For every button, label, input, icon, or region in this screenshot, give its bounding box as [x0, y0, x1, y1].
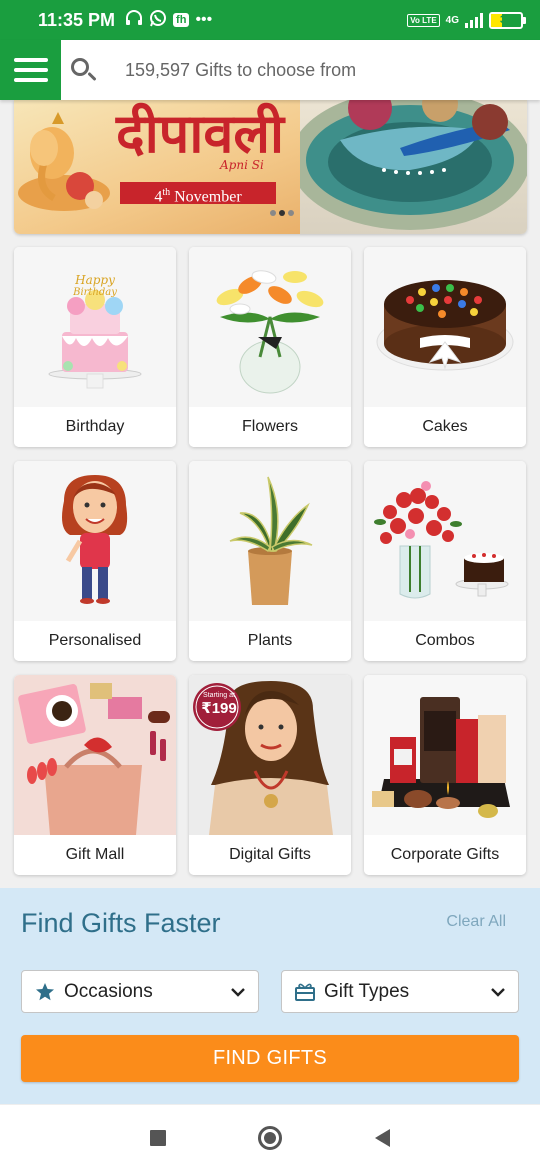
banner-date-suffix: th: [162, 187, 171, 198]
category-grid: Happy Birthday Birthday Flowers Cakes Pe…: [14, 247, 527, 875]
star-icon: [34, 982, 56, 1002]
network-type: 4G: [445, 14, 459, 26]
svg-text:Happy: Happy: [74, 273, 115, 287]
gift-mall-image: [14, 675, 176, 835]
category-card-gift-mall[interactable]: Gift Mall: [14, 675, 176, 875]
category-label: Flowers: [189, 407, 351, 447]
battery-icon: 37: [489, 11, 526, 29]
volte-icon: Vo LTE: [407, 13, 440, 27]
back-triangle-icon: [374, 1128, 390, 1147]
gift-types-dropdown[interactable]: Gift Types: [281, 970, 519, 1013]
snake-plant-image: [189, 461, 351, 621]
occasions-label: Occasions: [64, 980, 153, 1002]
category-label: Personalised: [14, 621, 176, 661]
back-button[interactable]: [326, 1105, 438, 1170]
whatsapp-icon: [149, 9, 167, 32]
menu-button[interactable]: [0, 40, 61, 100]
home-icon: [258, 1125, 282, 1150]
app-header: [0, 40, 540, 100]
square-icon: [150, 1129, 166, 1146]
category-card-combos[interactable]: Combos: [364, 461, 526, 661]
banner-pagination: [270, 210, 294, 216]
category-card-digital-gifts[interactable]: Starting at ₹199 Digital Gifts: [189, 675, 351, 875]
category-label: Birthday: [14, 407, 176, 447]
svg-text:Birthday: Birthday: [72, 287, 117, 298]
price-badge: Starting at ₹199: [195, 685, 243, 717]
home-button[interactable]: [214, 1105, 326, 1170]
notification-icons: fh •••: [125, 9, 212, 32]
category-card-birthday[interactable]: Happy Birthday Birthday: [14, 247, 176, 447]
banner-dot-active[interactable]: [279, 210, 285, 216]
corporate-hamper-image: [364, 675, 526, 835]
banner-diwali-panel: दीपावली Apni Si 4th November: [14, 100, 300, 234]
price-badge-caption: Starting at: [203, 692, 235, 699]
signal-icon: [465, 12, 483, 28]
banner-dot[interactable]: [270, 210, 276, 216]
gift-box-icon: [294, 982, 316, 1002]
category-card-flowers[interactable]: Flowers: [189, 247, 351, 447]
fnp-app-icon: fh: [173, 13, 190, 27]
finder-title: Find Gifts Faster: [21, 908, 221, 938]
search-icon[interactable]: [67, 40, 107, 100]
category-card-corporate-gifts[interactable]: Corporate Gifts: [364, 675, 526, 875]
banner-title: दीपावली: [116, 101, 284, 165]
flower-bouquet-image: [189, 247, 351, 407]
banner-date: 4th November: [120, 182, 276, 206]
category-card-cakes[interactable]: Cakes: [364, 247, 526, 447]
headphones-icon: [125, 9, 143, 31]
occasions-dropdown[interactable]: Occasions: [21, 970, 259, 1013]
hamburger-icon: [13, 58, 48, 62]
chevron-down-icon: [230, 984, 246, 1000]
search-input[interactable]: [125, 59, 505, 81]
recent-apps-button[interactable]: [102, 1105, 214, 1170]
chevron-down-icon: [490, 984, 506, 1000]
more-notifications-icon: •••: [195, 11, 213, 28]
kitkat-cake-image: [364, 247, 526, 407]
category-label: Corporate Gifts: [364, 835, 526, 875]
roses-cake-combo-image: [364, 461, 526, 621]
category-label: Plants: [189, 621, 351, 661]
banner-subtitle: Apni Si: [220, 158, 264, 172]
banner-dot[interactable]: [288, 210, 294, 216]
price-badge-value: ₹199: [201, 700, 237, 717]
category-label: Combos: [364, 621, 526, 661]
status-time: 11:35 PM: [38, 9, 116, 30]
system-nav-bar: [0, 1104, 540, 1170]
banner-thali-panel: [300, 100, 527, 234]
clear-all-link[interactable]: Clear All: [446, 913, 506, 931]
gift-types-label: Gift Types: [324, 980, 410, 1002]
category-card-personalised[interactable]: Personalised: [14, 461, 176, 661]
digital-gifts-image: Starting at ₹199: [189, 675, 351, 835]
category-card-plants[interactable]: Plants: [189, 461, 351, 661]
caricature-image: [14, 461, 176, 621]
status-bar: 11:35 PM fh ••• Vo LTE 4G 37: [0, 0, 540, 40]
banner-date-month: November: [174, 188, 242, 206]
category-label: Gift Mall: [14, 835, 176, 875]
ganesha-image: [18, 112, 110, 211]
category-label: Cakes: [364, 407, 526, 447]
find-gifts-button[interactable]: FIND GIFTS: [21, 1035, 519, 1082]
find-gifts-panel: Find Gifts Faster Clear All Occasions Gi…: [0, 888, 540, 1104]
category-label: Digital Gifts: [189, 835, 351, 875]
thali-image: [300, 100, 527, 230]
battery-percent: 37: [499, 13, 513, 26]
birthday-cake-image: Happy Birthday: [14, 247, 176, 407]
promo-banner[interactable]: दीपावली Apni Si 4th November: [14, 100, 527, 234]
